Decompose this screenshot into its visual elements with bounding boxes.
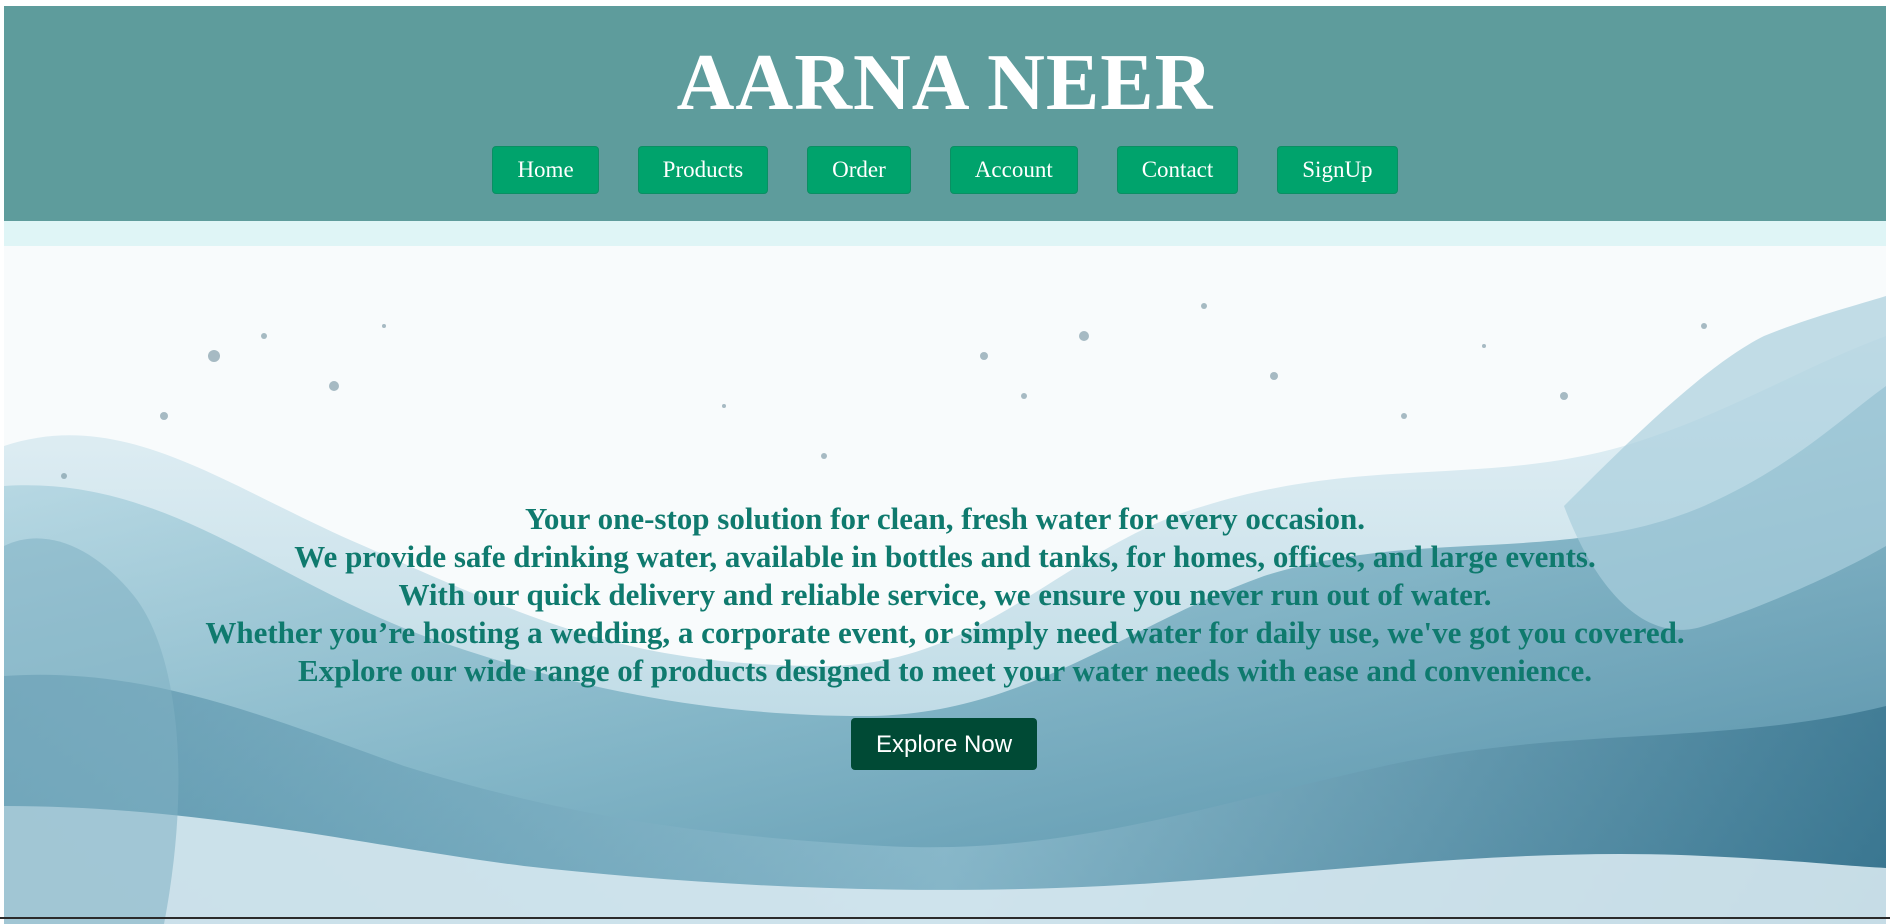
hero-line: Your one-stop solution for clean, fresh … xyxy=(524,501,1366,536)
hero-line: We provide safe drinking water, availabl… xyxy=(294,539,1596,574)
page: AARNA NEER Home Products Order Account C… xyxy=(4,6,1886,924)
hero-line: Whether you’re hosting a wedding, a corp… xyxy=(205,615,1685,650)
hero-line: Explore our wide range of products desig… xyxy=(298,653,1592,688)
hero-line: With our quick delivery and reliable ser… xyxy=(398,577,1492,612)
header-divider-strip xyxy=(4,221,1886,246)
explore-now-button[interactable]: Explore Now xyxy=(851,718,1037,770)
main-nav: Home Products Order Account Contact Sign… xyxy=(4,146,1886,196)
site-header: AARNA NEER Home Products Order Account C… xyxy=(4,6,1886,221)
nav-contact-button[interactable]: Contact xyxy=(1116,146,1239,194)
nav-products-button[interactable]: Products xyxy=(637,146,769,194)
site-title: AARNA NEER xyxy=(676,39,1214,127)
nav-order-button[interactable]: Order xyxy=(807,146,911,194)
nav-home-button[interactable]: Home xyxy=(492,146,599,194)
nav-account-button[interactable]: Account xyxy=(949,146,1078,194)
hero-tagline: Your one-stop solution for clean, fresh … xyxy=(4,500,1886,690)
page-bottom-border xyxy=(0,917,1890,919)
nav-signup-button[interactable]: SignUp xyxy=(1277,146,1398,194)
hero-section: Your one-stop solution for clean, fresh … xyxy=(4,246,1886,924)
